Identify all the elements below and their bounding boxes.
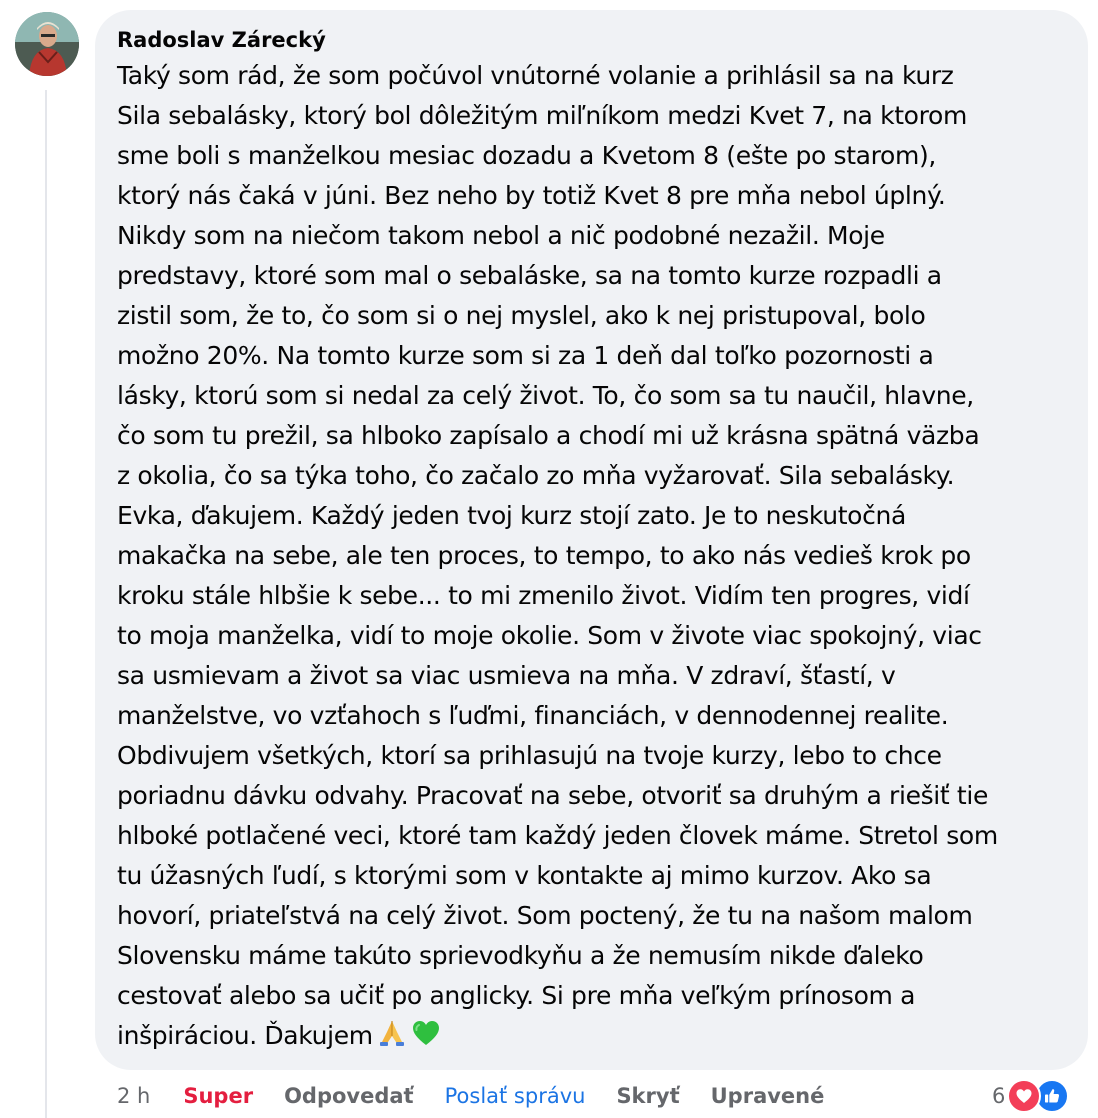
comment-line: Taký som rád, že som počúvol vnútorné vo… bbox=[117, 61, 954, 90]
reaction-count: 6 bbox=[992, 1084, 1006, 1108]
comment-line: cestovať alebo sa učiť po anglicky. Si p… bbox=[117, 981, 916, 1010]
comment-time[interactable]: 2 h bbox=[117, 1084, 150, 1108]
comment-line: makačka na sebe, ale ten proces, to temp… bbox=[117, 541, 971, 570]
comment-line: tu úžasných ľudí, s ktorými som v kontak… bbox=[117, 861, 932, 890]
comment-line: zistil som, že to, čo som si o nej mysle… bbox=[117, 301, 926, 330]
comment-author[interactable]: Radoslav Zárecký bbox=[117, 27, 1066, 53]
comment-line: sa usmievam a život sa viac usmieva na m… bbox=[117, 661, 896, 690]
thread-line bbox=[45, 90, 47, 1118]
edited-label[interactable]: Upravené bbox=[711, 1084, 825, 1108]
super-reaction-button[interactable]: Super bbox=[183, 1084, 253, 1108]
avatar-photo bbox=[15, 12, 79, 76]
avatar[interactable] bbox=[15, 12, 79, 76]
comment-line: kroku stále hlbšie k sebe... to mi zmeni… bbox=[117, 581, 970, 610]
comment-line: ktorý nás čaká v júni. Bez neho by totiž… bbox=[117, 181, 946, 210]
comment-line: Sila sebalásky, ktorý bol dôležitým miľn… bbox=[117, 101, 967, 130]
send-message-button[interactable]: Poslať správu bbox=[445, 1084, 586, 1108]
hide-button[interactable]: Skryť bbox=[616, 1084, 679, 1108]
comment-line: inšpiráciou. Ďakujem bbox=[117, 1021, 373, 1050]
comment-actions: 2 h Super Odpovedať Poslať správu Skryť … bbox=[117, 1081, 855, 1111]
comment-line: lásky, ktorú som si nedal za celý život.… bbox=[117, 381, 974, 410]
comment-line: Obdivujem všetkých, ktorí sa prihlasujú … bbox=[117, 741, 942, 770]
comment-line: Nikdy som na niečom takom nebol a nič po… bbox=[117, 221, 885, 250]
comment-line: to moja manželka, vidí to moje okolie. S… bbox=[117, 621, 982, 650]
comment-line-last: inšpiráciou. Ďakujem bbox=[117, 1016, 1066, 1060]
comment-line: poriadnu dávku odvahy. Pracovať na sebe,… bbox=[117, 781, 989, 810]
folded-hands-icon bbox=[377, 1018, 407, 1060]
reply-button[interactable]: Odpovedať bbox=[284, 1084, 414, 1108]
comment-text: Taký som rád, že som počúvol vnútorné vo… bbox=[117, 56, 1066, 1060]
comment-line: hovorí, priateľstvá na celý život. Som p… bbox=[117, 901, 973, 930]
reactions-summary[interactable]: 6 bbox=[992, 1076, 1070, 1116]
love-reaction-icon bbox=[1007, 1079, 1042, 1113]
comment-line: možno 20%. Na tomto kurze som si za 1 de… bbox=[117, 341, 934, 370]
comment-line: hlboké potlačené veci, ktoré tam každý j… bbox=[117, 821, 998, 850]
comment-line: sme boli s manželkou mesiac dozadu a Kve… bbox=[117, 141, 936, 170]
comment-line: z okolia, čo sa týka toho, čo začalo zo … bbox=[117, 461, 955, 490]
comment-line: Slovensku máme takúto sprievodkyňu a že … bbox=[117, 941, 924, 970]
comment-bubble: Radoslav Zárecký Taký som rád, že som po… bbox=[95, 10, 1088, 1070]
comment-line: Evka, ďakujem. Každý jeden tvoj kurz sto… bbox=[117, 501, 906, 530]
green-heart-icon bbox=[411, 1018, 441, 1060]
comment-line: čo som tu prežil, sa hlboko zapísalo a c… bbox=[117, 421, 980, 450]
comment-line: manželstve, vo vzťahoch s ľuďmi, financi… bbox=[117, 701, 949, 730]
comment-line: predstavy, ktoré som mal o sebaláske, sa… bbox=[117, 261, 942, 290]
